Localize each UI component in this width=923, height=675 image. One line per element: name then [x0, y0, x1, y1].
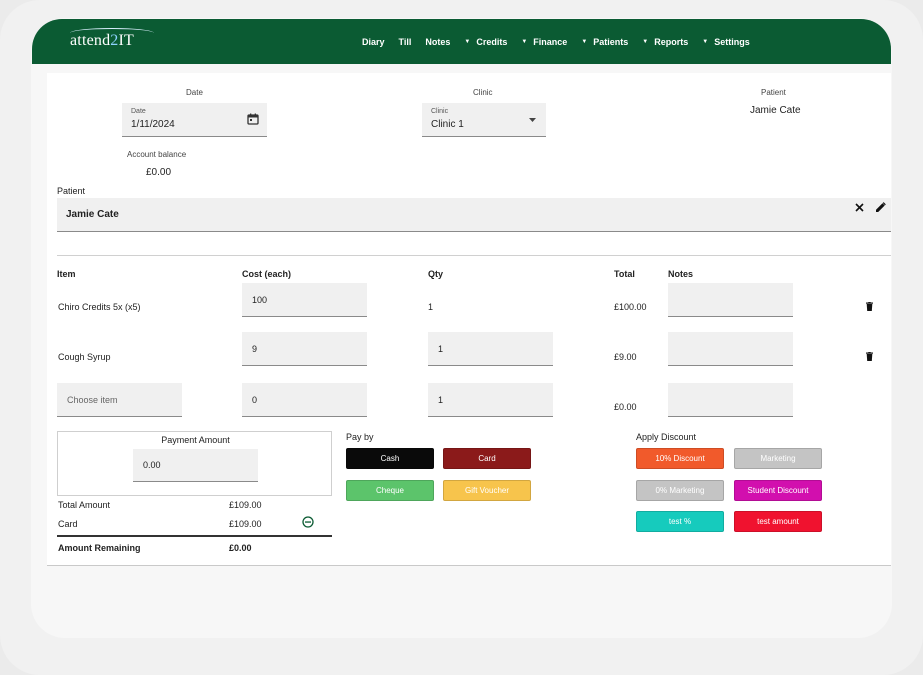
patient-field-label: Patient [57, 186, 86, 196]
top-navbar: attend2IT Diary Till Notes ▼ Credits ▼ Finance… [32, 19, 891, 64]
logo-text-suffix: IT [118, 32, 135, 49]
date-value: 1/11/2024 [131, 119, 175, 130]
col-header-qty: Qty [428, 269, 444, 279]
section-divider [57, 255, 891, 256]
clinic-field-label: Clinic [431, 108, 449, 115]
nav-item-label: Notes [425, 36, 451, 47]
nav-item-settings[interactable]: ▼ Settings [702, 37, 749, 47]
chevron-down-icon: ▼ [521, 38, 528, 45]
new-row-qty-input[interactable] [428, 383, 553, 417]
patient-name-display: Jamie Cate [750, 105, 801, 116]
app-logo[interactable]: attend2IT [70, 32, 134, 50]
close-icon[interactable] [852, 200, 866, 214]
date-field[interactable]: Date 1/11/2024 [122, 103, 267, 137]
chevron-down-icon: ▼ [642, 38, 649, 45]
nav-item-finance[interactable]: ▼ Finance [521, 37, 567, 47]
chevron-down-icon: ▼ [464, 38, 471, 45]
row2-item: Cough Syrup [58, 352, 111, 362]
row1-notes-input[interactable] [668, 283, 793, 317]
account-balance-label: Account balance [127, 150, 187, 159]
discount-0-marketing-button[interactable]: 0% Marketing [636, 480, 724, 501]
row2-notes-input[interactable] [668, 332, 793, 366]
logo-text-prefix: attend [70, 32, 111, 49]
card-payment-label: Card [58, 519, 78, 529]
delete-icon[interactable] [864, 351, 874, 362]
discount-test--button[interactable]: test % [636, 511, 724, 532]
nav-item-label: Patients [593, 36, 629, 47]
payment-amount-box: Payment Amount [57, 431, 332, 496]
chevron-down-icon: ▼ [702, 38, 709, 45]
nav-item-diary[interactable]: Diary [362, 37, 385, 47]
amount-remaining-label: Amount Remaining [58, 543, 141, 553]
total-amount-label: Total Amount [58, 500, 111, 510]
patient-field[interactable]: Jamie Cate [57, 198, 891, 232]
row2-total: £9.00 [614, 352, 637, 362]
edit-pencil-icon[interactable] [873, 200, 887, 214]
nav-item-label: Diary [362, 36, 385, 47]
row2-cost-input[interactable] [242, 332, 367, 366]
nav-item-label: Reports [654, 36, 689, 47]
col-header-cost: Cost (each) [242, 269, 292, 279]
date-field-label: Date [131, 108, 146, 115]
patient-heading: Patient [761, 88, 786, 97]
pay-by-card-button[interactable]: Card [443, 448, 531, 469]
discount-marketing-button[interactable]: Marketing [734, 448, 822, 469]
clinic-heading: Clinic [473, 88, 493, 97]
row1-item: Chiro Credits 5x (x5) [58, 302, 141, 312]
payment-amount-label: Payment Amount [161, 435, 230, 445]
nav-item-label: Credits [476, 36, 508, 47]
col-header-notes: Notes [668, 269, 694, 279]
pay-by-cheque-button[interactable]: Cheque [346, 480, 434, 501]
payment-amount-input[interactable] [133, 449, 258, 482]
card-payment-value: £109.00 [229, 519, 262, 529]
clinic-value: Clinic 1 [431, 119, 464, 130]
row2-qty-input[interactable] [428, 332, 553, 366]
patient-field-value: Jamie Cate [66, 209, 119, 220]
totals-divider [57, 535, 332, 537]
row1-cost-input[interactable] [242, 283, 367, 317]
choose-item-input[interactable] [57, 383, 182, 417]
nav-item-label: Finance [533, 36, 568, 47]
nav-item-patients[interactable]: ▼ Patients [581, 37, 628, 47]
clinic-select[interactable]: Clinic Clinic 1 [422, 103, 546, 137]
calendar-icon[interactable] [246, 112, 260, 126]
apply-discount-heading: Apply Discount [636, 432, 697, 442]
nav-item-label: Settings [714, 36, 750, 47]
nav-item-credits[interactable]: ▼ Credits [464, 37, 507, 47]
delete-icon[interactable] [864, 301, 874, 312]
total-amount-value: £109.00 [229, 500, 262, 510]
pay-by-gift-voucher-button[interactable]: Gift Voucher [443, 480, 531, 501]
pay-by-heading: Pay by [346, 432, 374, 442]
new-row-cost-input[interactable] [242, 383, 367, 417]
nav-item-reports[interactable]: ▼ Reports [642, 37, 688, 47]
nav-menu: Diary Till Notes ▼ Credits ▼ Finance ▼ Patients ▼… [362, 19, 764, 64]
col-header-total: Total [614, 269, 635, 279]
chevron-down-icon [528, 116, 536, 124]
chevron-down-icon: ▼ [581, 38, 588, 45]
new-row-total: £0.00 [614, 402, 637, 412]
date-heading: Date [186, 88, 203, 97]
nav-item-notes[interactable]: Notes [425, 37, 450, 47]
till-panel: Date Date 1/11/2024 Clinic Clinic Clinic… [47, 73, 891, 566]
logo-text-two: 2 [110, 32, 119, 49]
remove-circle-icon[interactable] [301, 515, 315, 529]
col-header-item: Item [57, 269, 76, 279]
discount-student-discount-button[interactable]: Student Discount [734, 480, 822, 501]
discount-10-discount-button[interactable]: 10% Discount [636, 448, 724, 469]
row1-total: £100.00 [614, 302, 647, 312]
nav-item-till[interactable]: Till [399, 37, 412, 47]
discount-test-amount-button[interactable]: test amount [734, 511, 822, 532]
pay-by-cash-button[interactable]: Cash [346, 448, 434, 469]
account-balance-value: £0.00 [146, 167, 172, 178]
nav-item-label: Till [398, 36, 412, 47]
new-row-notes-input[interactable] [668, 383, 793, 417]
amount-remaining-value: £0.00 [229, 543, 252, 553]
row1-qty: 1 [428, 302, 434, 312]
